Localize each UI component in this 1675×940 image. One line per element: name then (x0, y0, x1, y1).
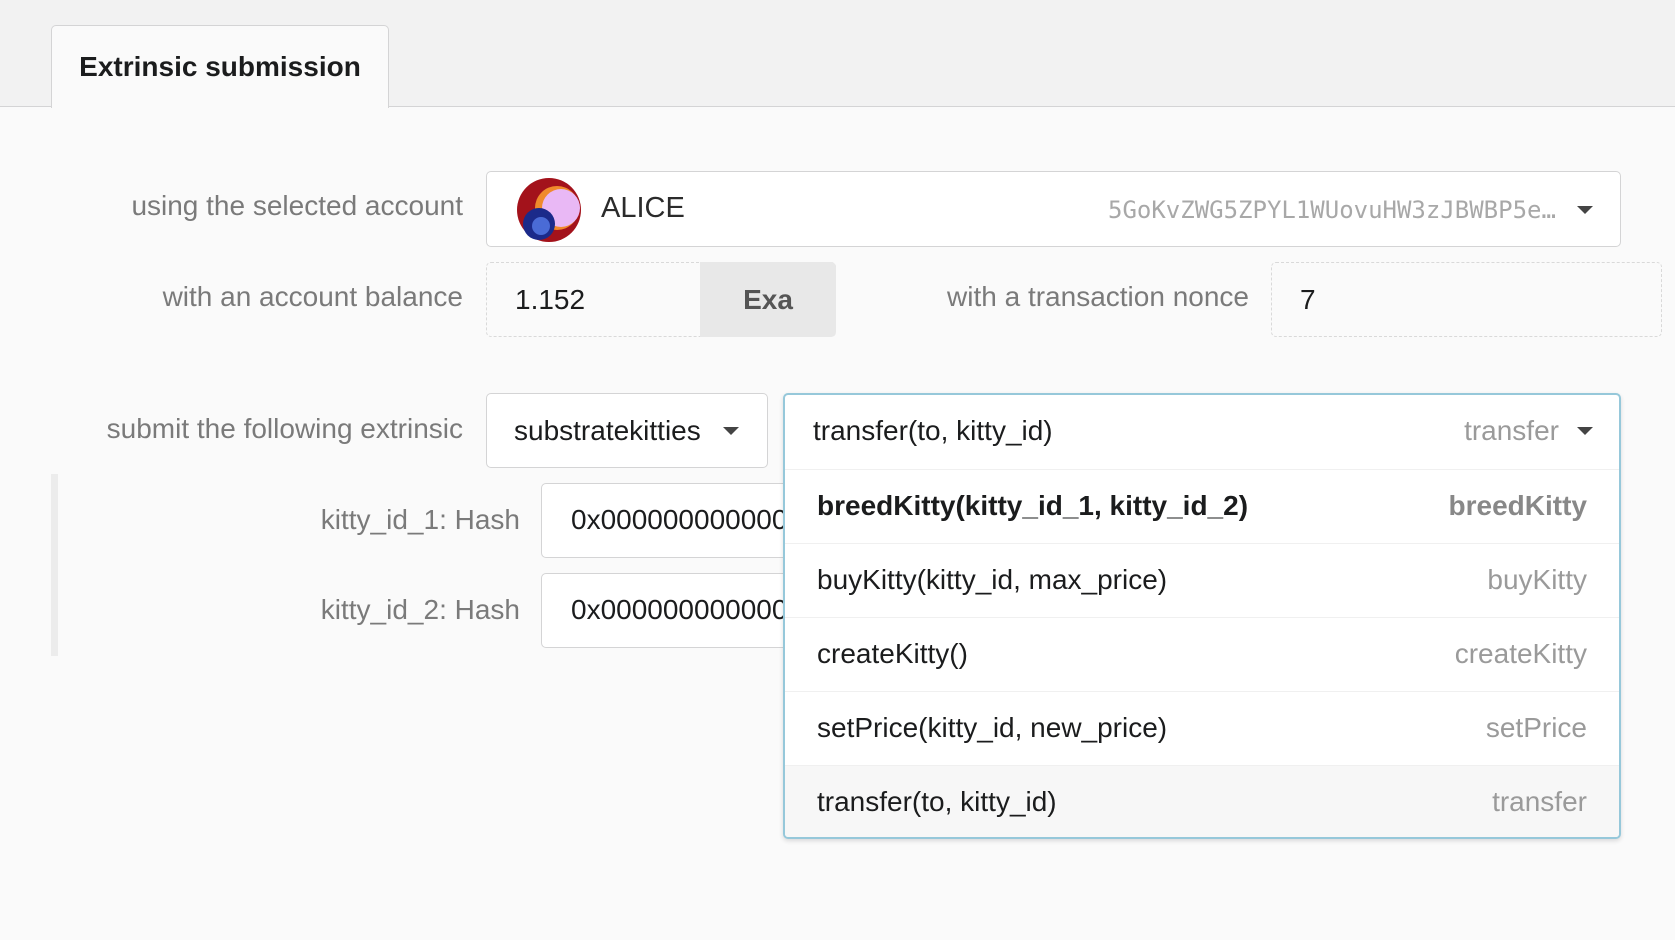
option-signature: setPrice(kitty_id, new_price) (817, 712, 1168, 743)
option-name: setPrice (1485, 712, 1587, 743)
call-option-createKitty[interactable]: createKitty() createKitty (785, 617, 1619, 691)
param-value-kitty-id-2: 0x00000000000000000000000000000000000000… (571, 594, 801, 625)
option-signature: createKitty() (817, 638, 968, 669)
balance-unit: Exa (700, 262, 836, 337)
tab-bar: Extrinsic submission (0, 0, 1675, 108)
balance-label: with an account balance (162, 281, 463, 312)
param-value-kitty-id-1: 0x00000000000000000000000000000000000000… (571, 504, 801, 535)
call-option-breedKitty[interactable]: breedKitty(kitty_id_1, kitty_id_2) breed… (785, 469, 1619, 543)
option-name: transfer (1492, 786, 1587, 817)
account-avatar (517, 178, 581, 242)
account-address: 5GoKvZWG5ZPYL1WUovuHW3zJBWBP5eT8CbqjdRY4… (1108, 196, 1563, 224)
call-option-setPrice[interactable]: setPrice(kitty_id, new_price) setPrice (785, 691, 1619, 765)
chevron-down-icon[interactable] (1577, 427, 1593, 435)
option-signature: buyKitty(kitty_id, max_price) (817, 564, 1168, 595)
option-signature: transfer(to, kitty_id) (817, 786, 1057, 817)
account-label: using the selected account (131, 190, 463, 221)
extrinsic-label: submit the following extrinsic (106, 413, 463, 444)
nonce-field (1271, 262, 1662, 337)
option-signature: breedKitty(kitty_id_1, kitty_id_2) (817, 490, 1249, 521)
call-select-current[interactable]: transfer(to, kitty_id) transfer (785, 395, 1619, 469)
param-input-kitty-id-2[interactable]: 0x00000000000000000000000000000000000000… (541, 573, 801, 648)
option-name: breedKitty (1448, 490, 1587, 521)
nonce-value: 7 (1300, 284, 1316, 315)
nonce-label: with a transaction nonce (947, 281, 1249, 312)
params-group-border (51, 474, 58, 656)
call-option-transfer[interactable]: transfer(to, kitty_id) transfer (785, 765, 1619, 837)
param-label-kitty-id-2: kitty_id_2: Hash (320, 594, 520, 625)
option-name: createKitty (1454, 638, 1587, 669)
call-option-buyKitty[interactable]: buyKitty(kitty_id, max_price) buyKitty (785, 543, 1619, 617)
call-signature: transfer(to, kitty_id) (813, 415, 1053, 446)
chevron-down-icon[interactable] (723, 427, 739, 435)
call-select-dropdown[interactable]: transfer(to, kitty_id) transfer breedKit… (783, 393, 1621, 839)
module-value: substratekitties (514, 415, 701, 446)
chevron-down-icon[interactable] (1577, 206, 1593, 214)
tab-extrinsic-submission[interactable]: Extrinsic submission (51, 25, 389, 108)
account-name: ALICE (601, 192, 685, 224)
balance-value: 1.152 (515, 284, 586, 315)
option-name: buyKitty (1487, 564, 1587, 595)
param-label-kitty-id-1: kitty_id_1: Hash (320, 504, 520, 535)
param-input-kitty-id-1[interactable]: 0x00000000000000000000000000000000000000… (541, 483, 801, 558)
call-name: transfer (1464, 415, 1559, 446)
